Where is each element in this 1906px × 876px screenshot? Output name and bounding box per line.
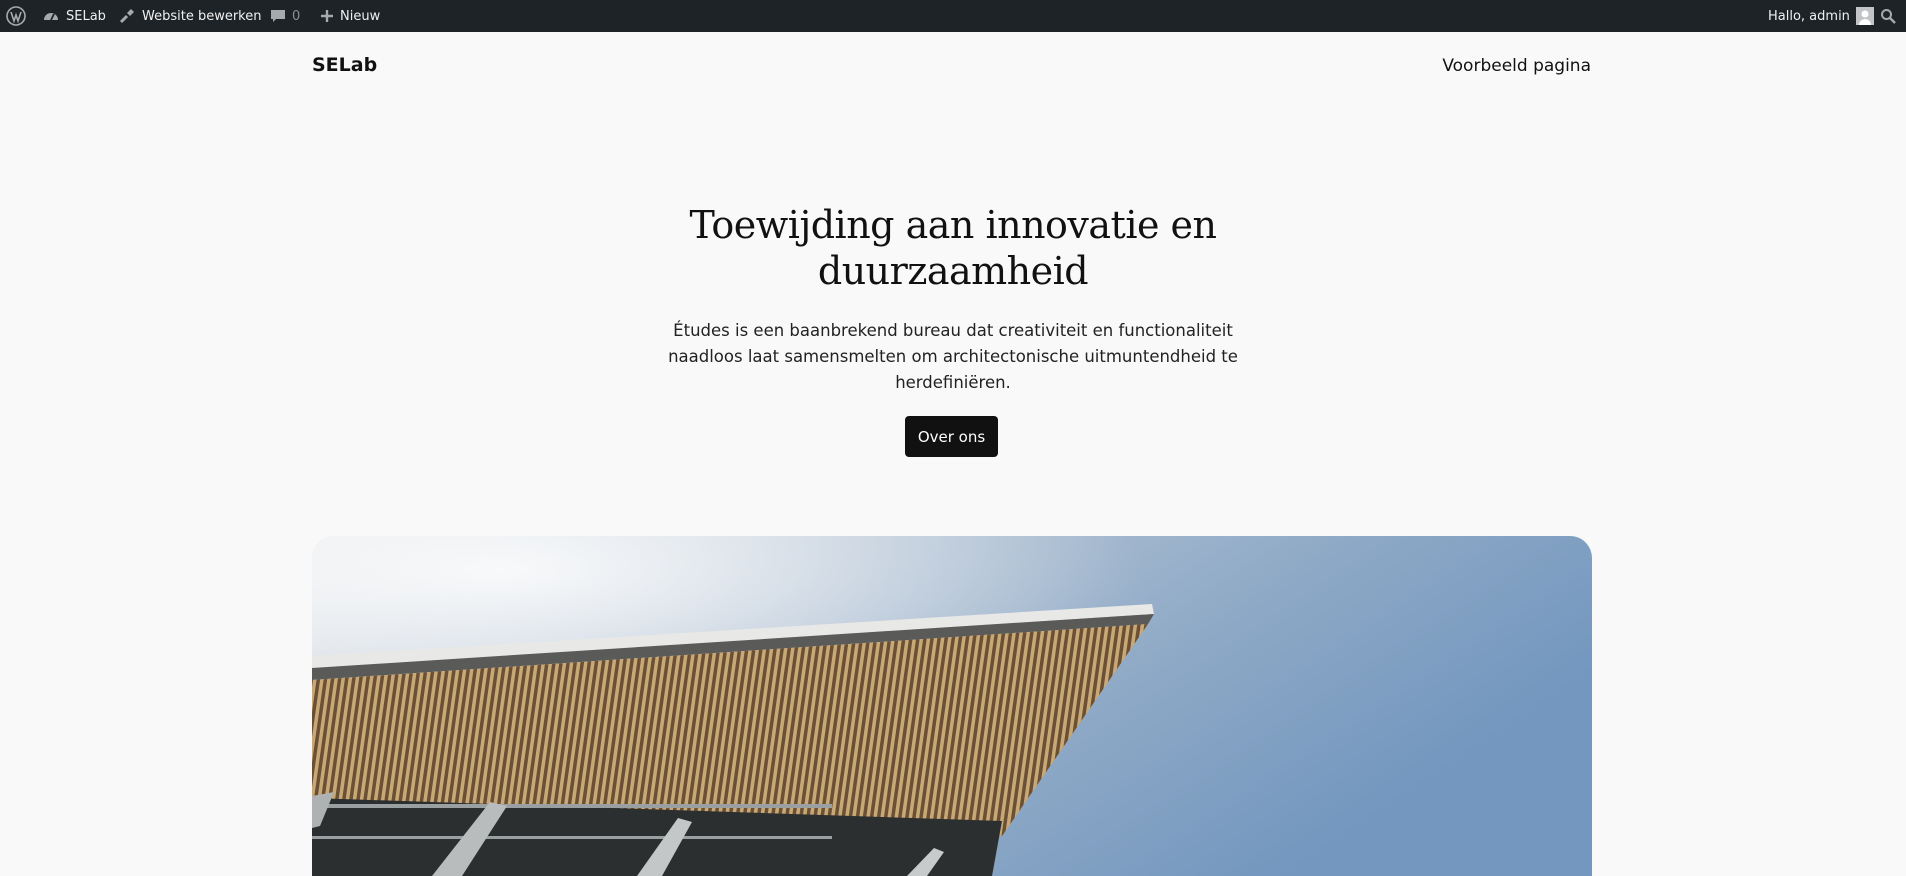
account-menu[interactable]: Hallo, admin bbox=[1768, 0, 1874, 32]
wordpress-menu[interactable] bbox=[6, 0, 26, 32]
brush-icon bbox=[118, 7, 136, 25]
hero-title: Toewijding aan innovatie en duurzaamheid bbox=[689, 203, 1218, 293]
building-canopy-image bbox=[312, 536, 1592, 876]
admin-bar: SELab Website bewerken 0 Nieuw Hallo, ad… bbox=[0, 0, 1906, 32]
new-content-menu[interactable]: Nieuw bbox=[320, 0, 380, 32]
hero-description: Études is een baanbrekend bureau dat cre… bbox=[668, 321, 1238, 392]
comment-icon bbox=[270, 8, 286, 24]
comments-count: 0 bbox=[292, 8, 301, 24]
site-title[interactable]: SELab bbox=[312, 54, 377, 76]
greeting-label: Hallo, admin bbox=[1768, 8, 1850, 24]
edit-site-label: Website bewerken bbox=[142, 8, 262, 24]
search-button[interactable] bbox=[1880, 0, 1896, 32]
dashboard-icon bbox=[42, 7, 60, 25]
new-content-label: Nieuw bbox=[340, 8, 381, 24]
nav-item-voorbeeld-pagina[interactable]: Voorbeeld pagina bbox=[1442, 56, 1591, 76]
main-navigation: Voorbeeld pagina bbox=[1442, 56, 1591, 76]
avatar-icon bbox=[1855, 7, 1874, 25]
plus-icon bbox=[320, 9, 334, 23]
search-icon bbox=[1880, 8, 1896, 24]
about-us-button[interactable]: Over ons bbox=[905, 416, 998, 457]
wordpress-logo-icon bbox=[6, 6, 26, 26]
comments-link[interactable]: 0 bbox=[270, 0, 300, 32]
hero-image bbox=[312, 536, 1592, 876]
site-name-label: SELab bbox=[66, 8, 106, 24]
site-name-menu[interactable]: SELab bbox=[42, 0, 106, 32]
edit-site-link[interactable]: Website bewerken bbox=[118, 0, 261, 32]
